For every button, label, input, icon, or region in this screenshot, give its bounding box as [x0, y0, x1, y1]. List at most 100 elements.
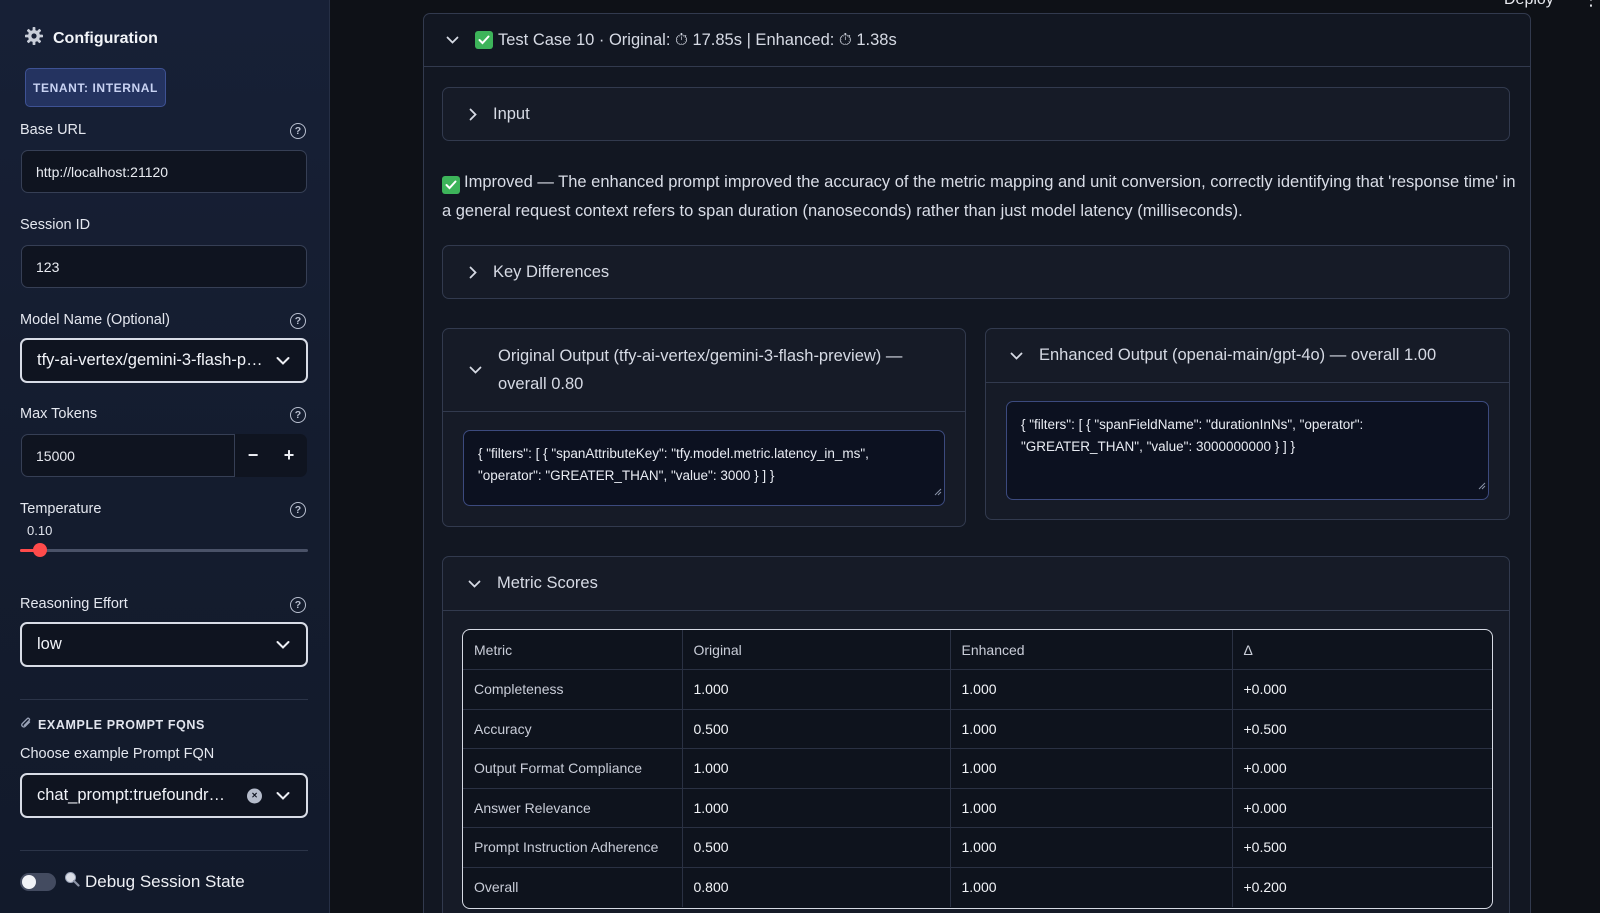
delta-cell: +0.500	[1232, 709, 1492, 749]
column-header[interactable]: Δ	[1232, 630, 1492, 670]
toggle-knob	[22, 875, 36, 889]
resize-grip-icon[interactable]	[1478, 475, 1486, 497]
help-circle-icon[interactable]: ?	[290, 502, 306, 518]
chevron-down-icon	[1010, 352, 1023, 360]
metric-scores-table: Metric Original Enhanced Δ Completeness …	[462, 629, 1493, 909]
original-output-header[interactable]: Original Output (tfy-ai-vertex/gemini-3-…	[443, 329, 965, 411]
table-row: Accuracy 0.500 1.000 +0.500	[463, 709, 1492, 749]
test-case-title: Test Case 10 · Original: ⏱ 17.85s | Enha…	[498, 30, 897, 49]
chevron-down-icon	[276, 635, 290, 654]
chevron-down-icon	[276, 786, 290, 805]
original-cell: 0.500	[682, 827, 951, 868]
metric-cell: Accuracy	[463, 709, 683, 749]
table-row: Completeness 1.000 1.000 +0.000	[463, 669, 1492, 710]
original-output-content: { "filters": [ { "spanAttributeKey": "tf…	[478, 446, 869, 483]
base-url-input[interactable]: http://localhost:21120	[21, 150, 307, 193]
sidebar-title-text: Configuration	[53, 29, 158, 47]
debug-toggle[interactable]	[20, 873, 56, 891]
chevron-down-icon	[468, 580, 481, 588]
table-row: Answer Relevance 1.000 1.000 +0.000	[463, 788, 1492, 828]
temperature-value: 0.10	[27, 523, 53, 538]
divider	[424, 66, 1530, 67]
column-header[interactable]: Enhanced	[950, 630, 1233, 670]
chevron-down-icon	[469, 366, 482, 374]
delta-cell: +0.000	[1232, 788, 1492, 828]
help-circle-icon[interactable]: ?	[290, 407, 306, 423]
original-cell: 1.000	[682, 748, 951, 789]
metric-cell: Prompt Instruction Adherence	[463, 827, 683, 868]
decrement-button[interactable]: −	[235, 434, 271, 477]
chevron-down-icon	[276, 351, 290, 370]
enhanced-output-header[interactable]: Enhanced Output (openai-main/gpt-4o) — o…	[986, 329, 1509, 382]
table-header-row: Metric Original Enhanced Δ	[463, 630, 1492, 670]
help-circle-icon[interactable]: ?	[290, 123, 306, 139]
chevron-right-icon	[469, 266, 477, 279]
original-output-title: Original Output (tfy-ai-vertex/gemini-3-…	[498, 347, 903, 393]
original-output-textarea[interactable]: { "filters": [ { "spanAttributeKey": "tf…	[463, 430, 945, 506]
temperature-slider[interactable]	[20, 543, 308, 557]
input-expander[interactable]: Input	[442, 87, 1510, 141]
debug-toggle-label: Debug Session State	[64, 871, 245, 892]
original-cell: 1.000	[682, 669, 951, 710]
column-header[interactable]: Original	[682, 630, 951, 670]
sidebar-title: Configuration	[24, 26, 158, 51]
metric-cell: Answer Relevance	[463, 788, 683, 828]
slider-thumb[interactable]	[33, 543, 48, 557]
example-fqn-value: chat_prompt:truefoundry/default/prompt	[37, 786, 227, 804]
reasoning-effort-value: low	[37, 635, 62, 653]
enhanced-cell: 1.000	[950, 669, 1233, 710]
model-name-select[interactable]: tfy-ai-vertex/gemini-3-flash-preview	[20, 338, 308, 383]
verdict-text: Improved — The enhanced prompt improved …	[442, 168, 1517, 226]
more-menu-icon[interactable]: ⋮	[1582, 0, 1600, 8]
model-name-label: Model Name (Optional)	[20, 312, 170, 328]
input-expander-header[interactable]: Input	[443, 88, 1509, 140]
delta-cell: +0.500	[1232, 827, 1492, 868]
original-cell: 1.000	[682, 788, 951, 828]
enhanced-cell: 1.000	[950, 827, 1233, 868]
help-circle-icon[interactable]: ?	[290, 313, 306, 329]
delta-cell: +0.000	[1232, 669, 1492, 710]
gear-icon	[24, 26, 44, 51]
paperclip-icon	[20, 717, 33, 733]
check-box-icon	[442, 176, 460, 194]
session-id-input[interactable]: 123	[21, 245, 307, 288]
test-case-header[interactable]: Test Case 10 · Original: ⏱ 17.85s | Enha…	[424, 14, 1530, 66]
deploy-button[interactable]: Deploy	[1504, 0, 1554, 9]
clear-icon[interactable]: ×	[247, 788, 262, 803]
resize-grip-icon[interactable]	[934, 481, 942, 503]
tenant-badge: TENANT: INTERNAL	[25, 68, 166, 107]
chevron-right-icon	[469, 108, 477, 121]
check-box-icon	[475, 31, 493, 49]
example-fqn-label: Choose example Prompt FQN	[20, 746, 215, 762]
base-url-label: Base URL	[20, 122, 87, 138]
table-row: Output Format Compliance 1.000 1.000 +0.…	[463, 748, 1492, 789]
example-prompts-heading: EXAMPLE PROMPT FQNS	[20, 717, 205, 733]
reasoning-effort-label: Reasoning Effort	[20, 596, 128, 612]
input-label: Input	[493, 104, 530, 123]
reasoning-effort-select[interactable]: low	[20, 622, 308, 667]
increment-button[interactable]: +	[271, 434, 307, 477]
key-differences-expander[interactable]: Key Differences	[442, 245, 1510, 299]
key-differences-header[interactable]: Key Differences	[443, 246, 1509, 298]
example-fqn-select[interactable]: chat_prompt:truefoundry/default/prompt ×	[20, 773, 308, 818]
magnifier-icon	[64, 871, 80, 892]
table-row: Prompt Instruction Adherence 0.500 1.000…	[463, 827, 1492, 868]
divider	[443, 610, 1509, 611]
enhanced-output-textarea[interactable]: { "filters": [ { "spanFieldName": "durat…	[1006, 401, 1489, 500]
max-tokens-input[interactable]: 15000	[21, 434, 235, 477]
column-header[interactable]: Metric	[463, 630, 683, 670]
chevron-down-icon	[446, 36, 459, 44]
verdict-body: Improved — The enhanced prompt improved …	[442, 173, 1516, 220]
help-circle-icon[interactable]: ?	[290, 597, 306, 613]
enhanced-output-content: { "filters": [ { "spanFieldName": "durat…	[1021, 417, 1364, 454]
max-tokens-label: Max Tokens	[20, 406, 98, 422]
enhanced-cell: 1.000	[950, 788, 1233, 828]
enhanced-cell: 1.000	[950, 709, 1233, 749]
delta-cell: +0.200	[1243, 879, 1287, 895]
sidebar: Configuration TENANT: INTERNAL Base URL …	[0, 0, 330, 913]
metric-cell: Overall	[463, 867, 683, 907]
metric-scores-header[interactable]: Metric Scores	[443, 557, 1509, 610]
metric-cell: Completeness	[463, 669, 683, 710]
delta-cell: +0.000	[1232, 748, 1492, 789]
key-differences-label: Key Differences	[493, 262, 610, 281]
